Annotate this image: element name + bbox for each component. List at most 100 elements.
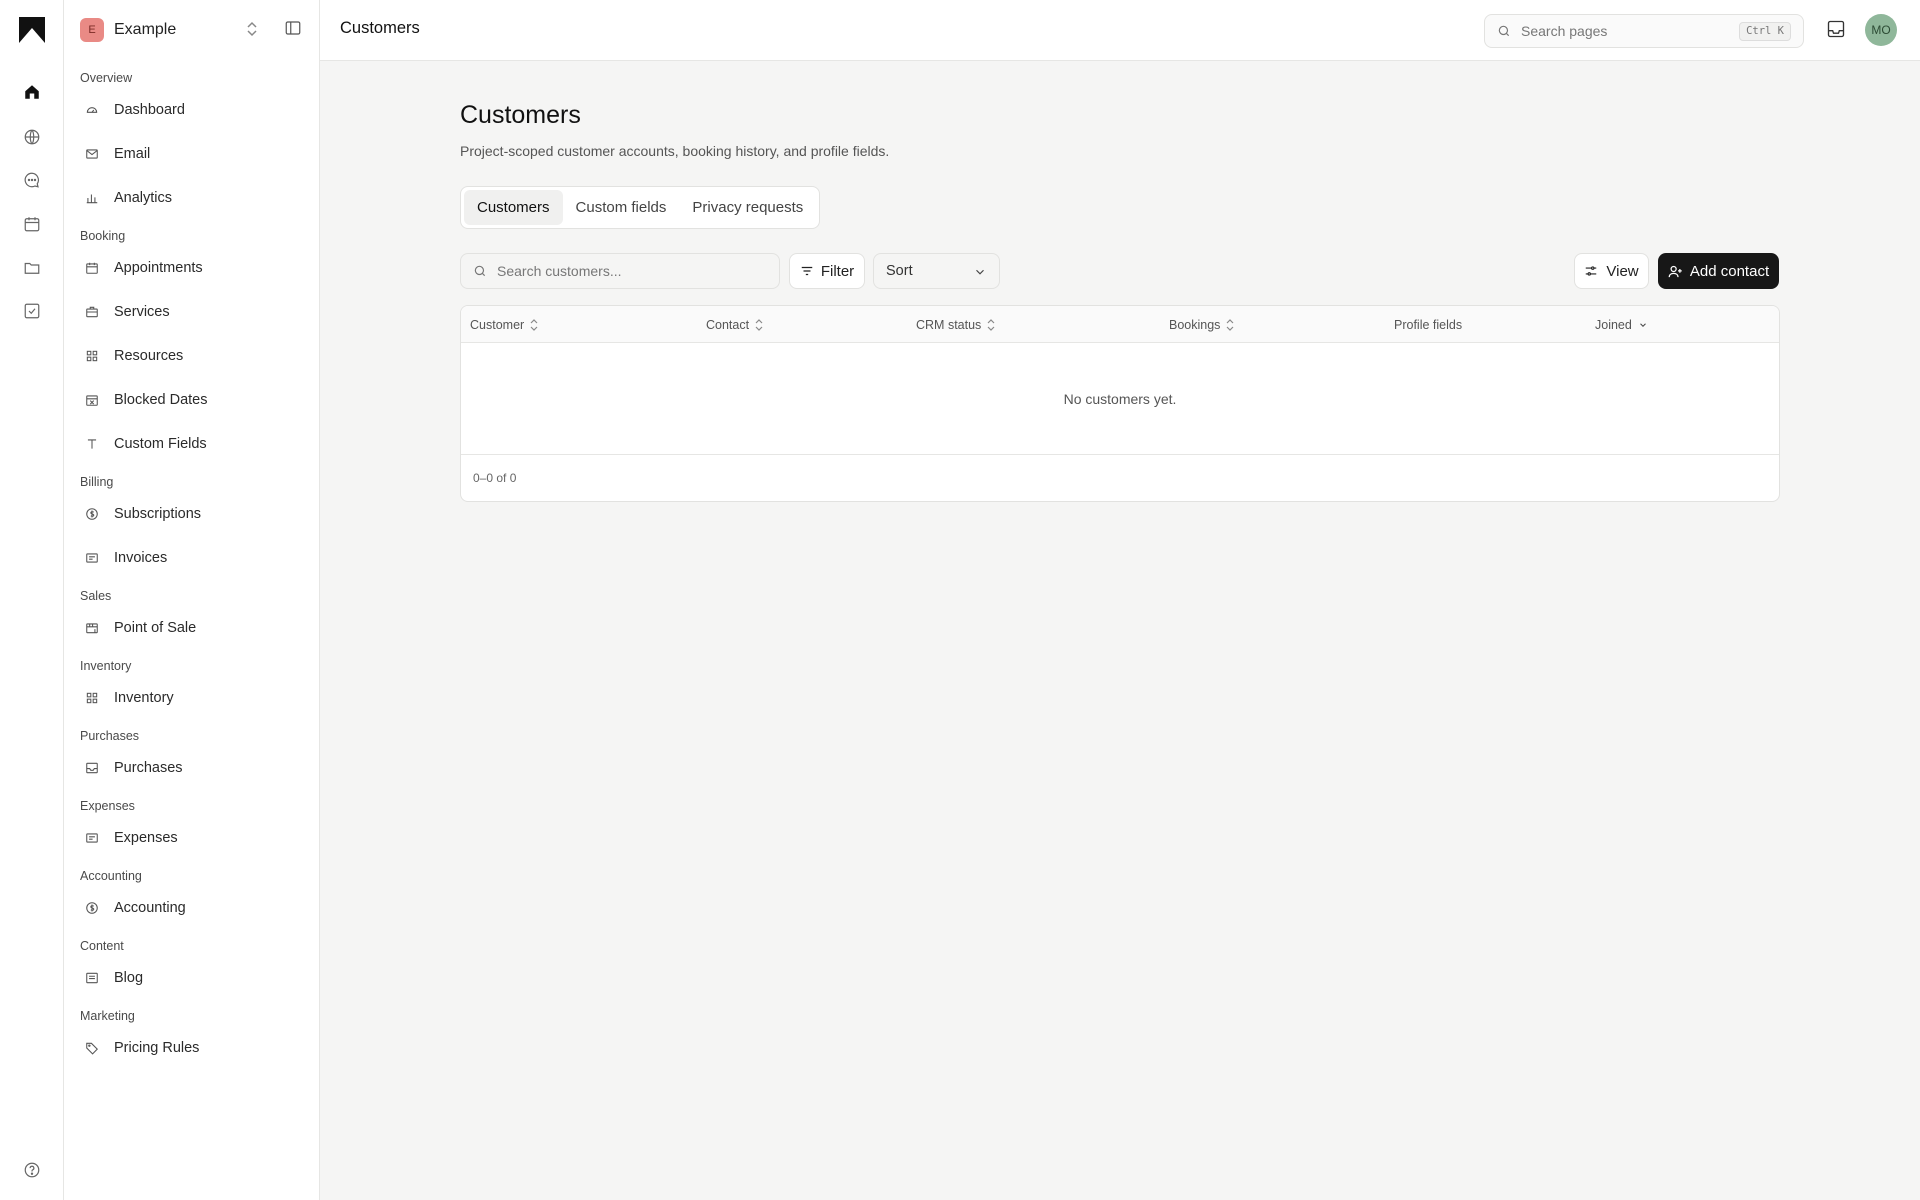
calendar-x-icon: [84, 392, 100, 408]
sidebar-item-accounting[interactable]: Accounting: [64, 886, 319, 930]
workspace-switcher[interactable]: E Example: [80, 17, 176, 43]
tab-bar: Customers Custom fields Privacy requests: [460, 186, 821, 229]
home-icon[interactable]: [20, 80, 44, 104]
checklist-icon[interactable]: [20, 299, 44, 323]
sidebar-item-services[interactable]: Services: [64, 290, 319, 334]
sidebar-item-label: Resources: [114, 348, 184, 364]
sidebar-section-overview: Overview: [80, 71, 133, 85]
dollar-circle-icon: [84, 506, 100, 522]
sidebar-item-label: Appointments: [114, 260, 203, 276]
sidebar-item-label: Point of Sale: [114, 620, 197, 636]
inbox-icon[interactable]: [1826, 19, 1846, 39]
view-label: View: [1606, 262, 1639, 280]
chevron-down-icon: [1638, 320, 1648, 330]
user-avatar[interactable]: MO: [1865, 14, 1897, 46]
sidebar-toggle-icon[interactable]: [284, 19, 302, 37]
search-icon: [1497, 24, 1511, 38]
chevron-up-down-icon[interactable]: [244, 20, 260, 38]
filter-label: Filter: [820, 262, 855, 280]
column-header-joined[interactable]: Joined: [1595, 318, 1648, 332]
sidebar-item-inventory[interactable]: Inventory: [64, 676, 319, 720]
tab-privacy-requests[interactable]: Privacy requests: [679, 190, 816, 225]
globe-icon[interactable]: [20, 125, 44, 149]
column-header-crm-status[interactable]: CRM status: [916, 318, 995, 332]
sidebar-item-label: Blog: [114, 970, 144, 986]
sidebar-section-content: Content: [80, 939, 124, 953]
sidebar-item-label: Dashboard: [114, 102, 185, 118]
sidebar-item-label: Purchases: [114, 760, 183, 776]
mail-icon: [84, 146, 100, 162]
sidebar-item-resources[interactable]: Resources: [64, 334, 319, 378]
sidebar-section-billing: Billing: [80, 475, 114, 489]
search-icon: [473, 264, 487, 278]
calendar-icon[interactable]: [20, 212, 44, 236]
table-header: Customer Contact CRM status Bookings Pro…: [461, 306, 1779, 343]
tab-customers[interactable]: Customers: [464, 190, 563, 225]
sidebar-item-label: Custom Fields: [114, 436, 207, 452]
search-pages-input[interactable]: Search pages Ctrl K: [1484, 14, 1804, 48]
filter-button[interactable]: Filter: [789, 253, 865, 289]
sidebar-section-expenses: Expenses: [80, 799, 135, 813]
sidebar-section-purchases: Purchases: [80, 729, 140, 743]
calendar-icon: [84, 260, 100, 276]
sidebar-section-inventory: Inventory: [80, 659, 132, 673]
sidebar-item-appointments[interactable]: Appointments: [64, 246, 319, 290]
briefcase-icon: [84, 304, 100, 320]
column-header-profile-fields: Profile fields: [1394, 318, 1462, 332]
text-icon: [84, 436, 100, 452]
sort-label: Sort: [886, 263, 913, 279]
sidebar-item-custom-fields[interactable]: Custom Fields: [64, 422, 319, 466]
column-label: Profile fields: [1394, 318, 1463, 332]
empty-state-text: No customers yet.: [461, 343, 1779, 455]
sidebar-item-email[interactable]: Email: [64, 132, 319, 176]
app-logo-icon[interactable]: [18, 16, 46, 44]
sidebar-item-invoices[interactable]: Invoices: [64, 536, 319, 580]
sidebar-section-sales: Sales: [80, 589, 112, 603]
sidebar-item-subscriptions[interactable]: Subscriptions: [64, 492, 319, 536]
sidebar-item-label: Inventory: [114, 690, 174, 706]
sidebar-item-pricing-rules[interactable]: Pricing Rules: [64, 1026, 319, 1070]
sidebar-item-dashboard[interactable]: Dashboard: [64, 88, 319, 132]
sidebar-item-label: Expenses: [114, 830, 178, 846]
column-label: Customer: [470, 318, 525, 332]
tab-custom-fields[interactable]: Custom fields: [563, 190, 680, 225]
folder-icon[interactable]: [20, 256, 44, 280]
column-header-customer[interactable]: Customer: [470, 318, 538, 332]
sidebar-item-blocked-dates[interactable]: Blocked Dates: [64, 378, 319, 422]
sidebar-item-label: Email: [114, 146, 151, 162]
sidebar-nav: Overview Dashboard Email Analytics Booking Ap…: [64, 70, 319, 1070]
sidebar-item-label: Blocked Dates: [114, 392, 208, 408]
customer-search-placeholder: Search customers...: [497, 263, 622, 279]
chart-icon: [84, 190, 100, 206]
dashboard-icon: [84, 102, 100, 118]
view-button[interactable]: View: [1574, 253, 1649, 289]
sidebar-item-label: Subscriptions: [114, 506, 202, 522]
add-contact-label: Add contact: [1689, 262, 1770, 280]
sort-toggle-icon: [987, 319, 995, 331]
tag-icon: [84, 1040, 100, 1056]
grid-icon: [84, 348, 100, 364]
sidebar-item-blog[interactable]: Blog: [64, 956, 319, 1000]
column-header-bookings[interactable]: Bookings: [1169, 318, 1234, 332]
add-contact-button[interactable]: Add contact: [1658, 253, 1779, 289]
sidebar-item-purchases[interactable]: Purchases: [64, 746, 319, 790]
sidebar-item-expenses[interactable]: Expenses: [64, 816, 319, 860]
help-icon[interactable]: [20, 1158, 44, 1182]
pagination-summary: 0–0 of 0: [473, 471, 517, 485]
receipt-icon: [84, 550, 100, 566]
column-header-contact[interactable]: Contact: [706, 318, 763, 332]
chat-icon[interactable]: [20, 168, 44, 192]
sidebar: E Example Overview Dashboard Email Analytic…: [64, 0, 320, 1200]
page-subtitle: Project-scoped customer accounts, bookin…: [460, 143, 890, 159]
sidebar-item-label: Pricing Rules: [114, 1040, 200, 1056]
sidebar-item-analytics[interactable]: Analytics: [64, 176, 319, 220]
column-label: CRM status: [916, 318, 982, 332]
column-label: Joined: [1595, 318, 1632, 332]
column-label: Bookings: [1169, 318, 1221, 332]
grid-icon: [84, 690, 100, 706]
inbox-icon: [84, 760, 100, 776]
sort-select[interactable]: Sort: [873, 253, 1000, 289]
sidebar-item-point-of-sale[interactable]: Point of Sale: [64, 606, 319, 650]
icon-rail: [0, 0, 64, 1200]
customer-search-input[interactable]: Search customers...: [460, 253, 780, 289]
